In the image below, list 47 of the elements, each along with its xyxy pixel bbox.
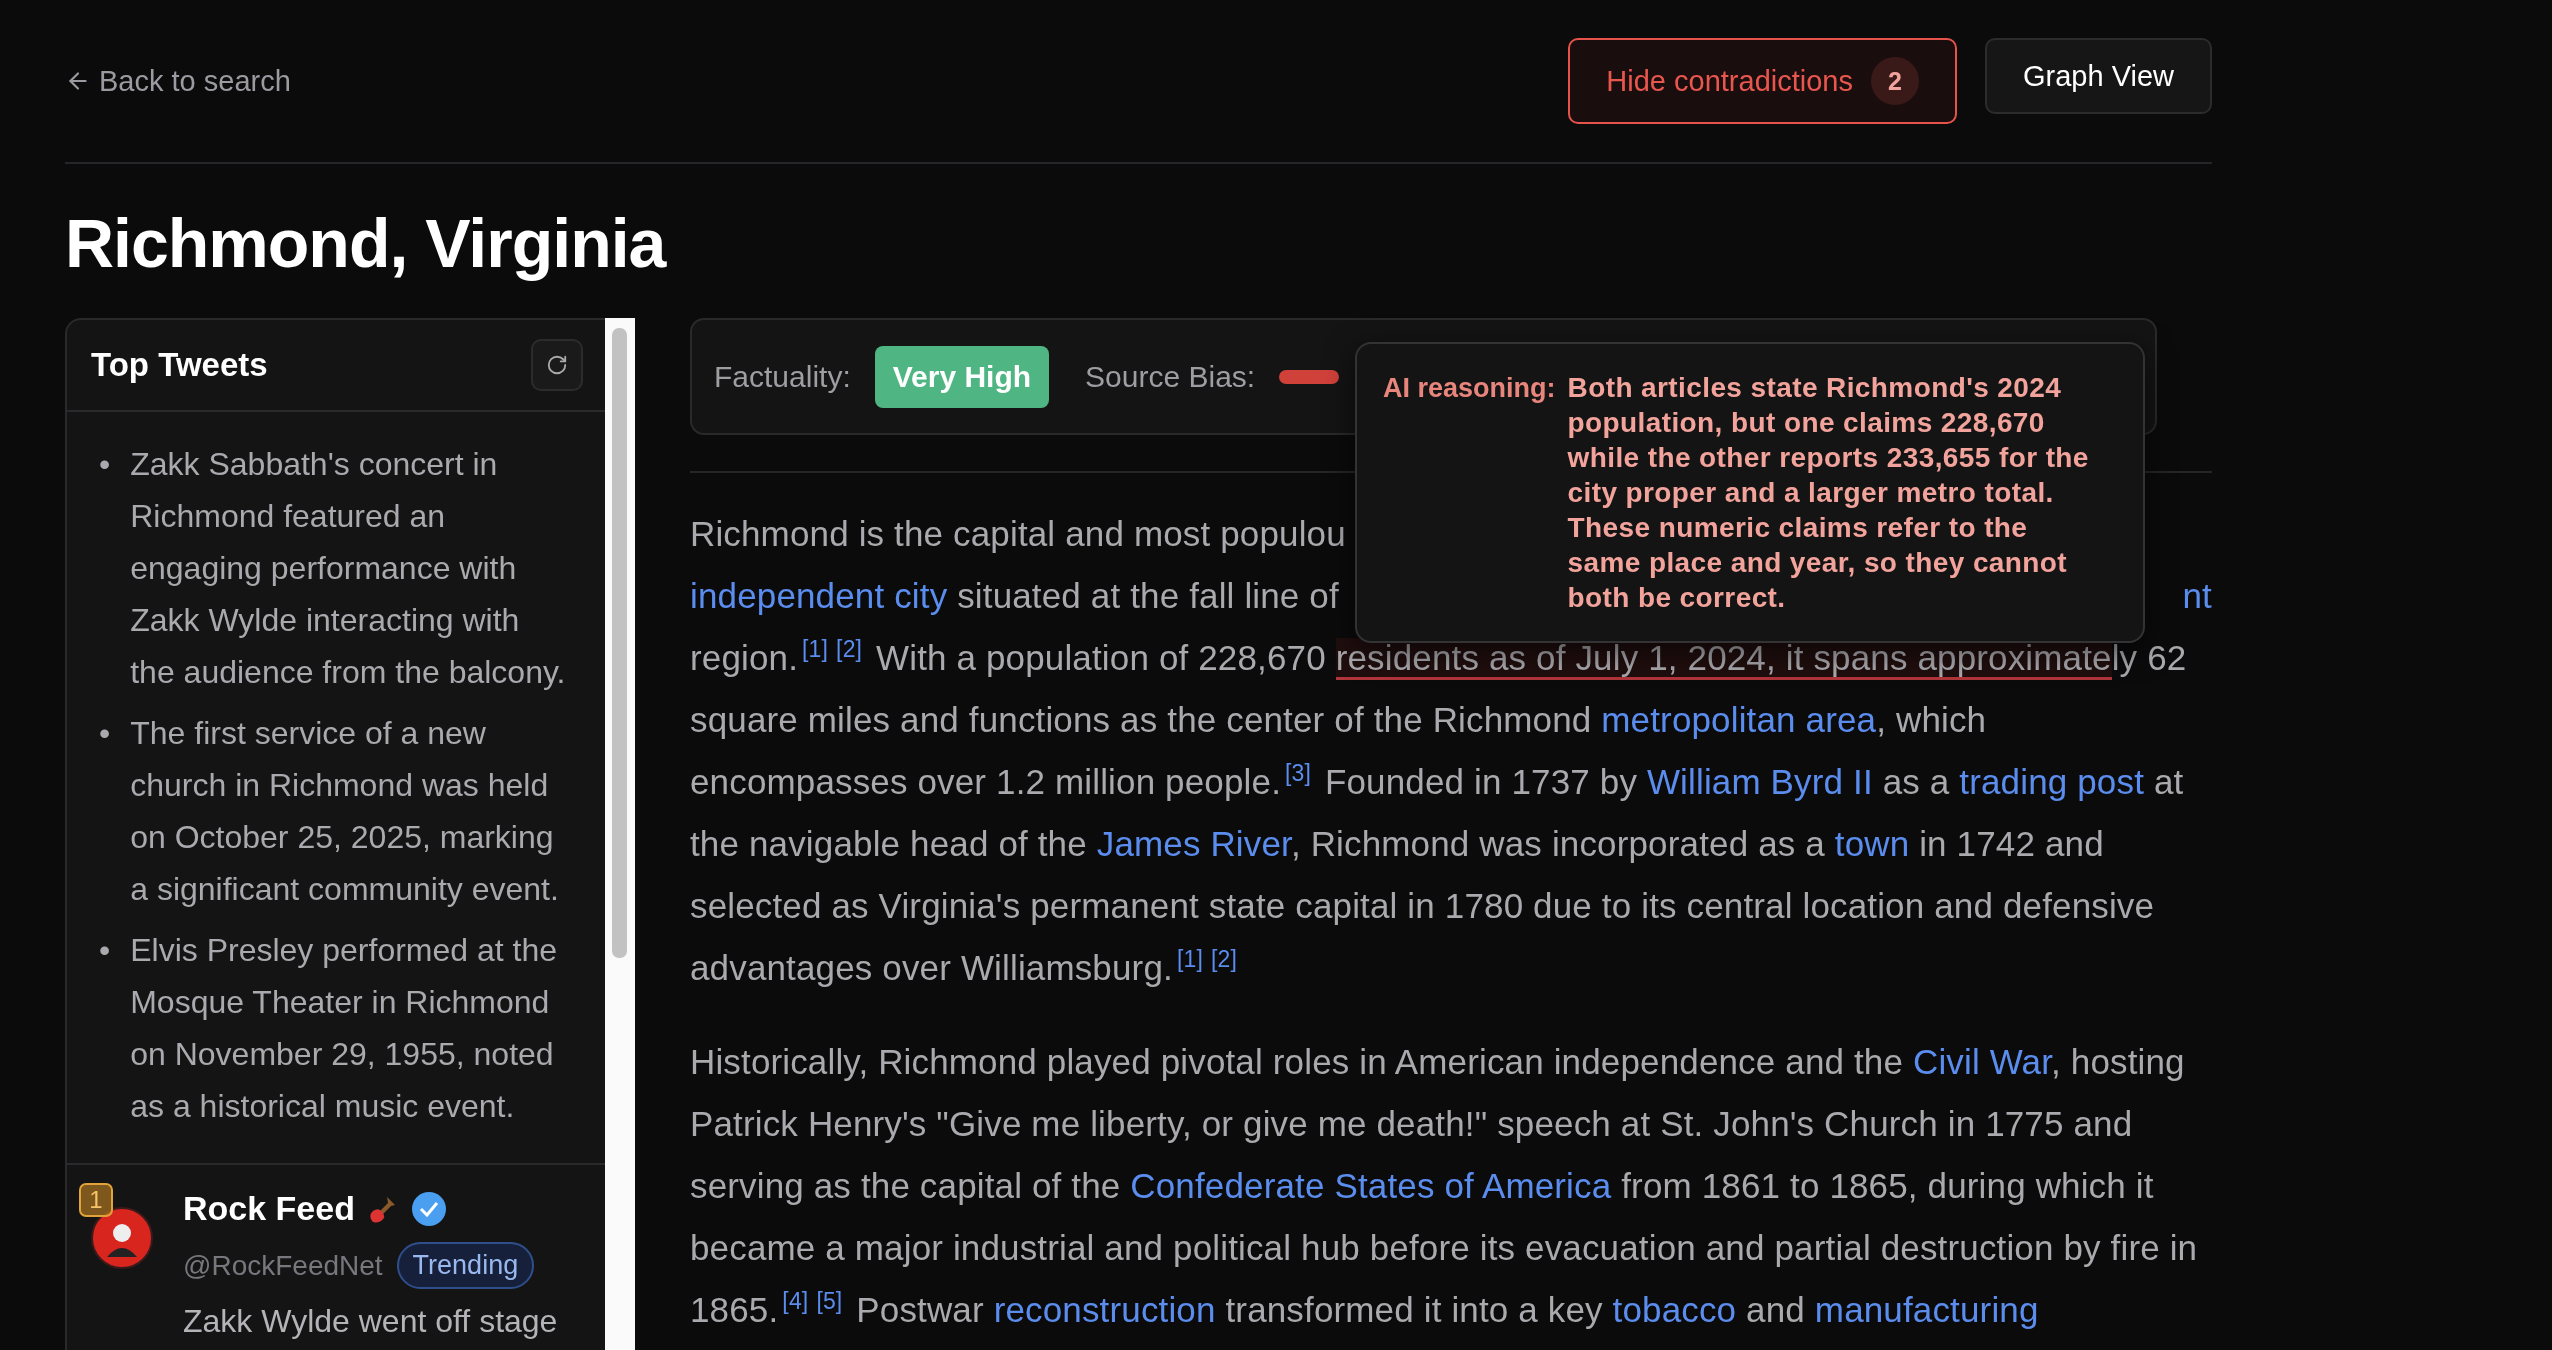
article-link[interactable]: independent city [690, 576, 948, 615]
summary-item: Elvis Presley performed at the Mosque Theater in Richmond on November 29, 1955, noted as a historical music event. [130, 931, 559, 1126]
citation-link[interactable]: [5] [816, 1288, 843, 1315]
hide-contradictions-button[interactable]: Hide contradictions 2 [1568, 38, 1957, 124]
tooltip-text: Both articles state Richmond's 2024 population, but one claims 228,670 while the other reports 233,655 for the city proper and a larger metro total. These numeric claims refer to the same place and year, so they cannot both be correct. [1567, 371, 2090, 615]
tooltip-label: AI reasoning: [1383, 372, 1556, 405]
citation-link[interactable]: [2] [1210, 946, 1237, 973]
article-link[interactable]: Civil War [1912, 1042, 2052, 1081]
bullet-marker: • [99, 445, 111, 484]
citation-link[interactable]: [4] [782, 1288, 809, 1315]
avatar-icon [91, 1207, 153, 1269]
scrollbar[interactable] [605, 318, 635, 1350]
article-link[interactable]: town [1834, 824, 1910, 863]
citation-link[interactable]: [1] [802, 636, 829, 663]
panel-title: Top Tweets [91, 346, 268, 384]
summary-item: The first service of a new church in Richmond was held on October 25, 2025, marking a significant community event. [130, 714, 560, 909]
factuality-label: Factuality: [714, 359, 851, 394]
account-name: Rock Feed [183, 1189, 355, 1228]
article-paragraph: Historically, Richmond played pivotal roles in American independence and the Civil War, hosting Patrick Henry's "Give me liberty, or give me death!" speech at St. John's Church in 1775 and serving as the capital of the Confederate States of America from 1861 to 1865, during which it became a major industrial and political hub before its evacuation and partial destruction by fire in 1865.$^{[4]}$ $^{[5]}$ Postwar reconstruction transformed it into a key tobacco and manufacturing [690, 1041, 2199, 1331]
page-title: Richmond, Virginia [65, 204, 668, 283]
citation-link[interactable]: [2] [836, 636, 863, 663]
bias-label: Source Bias: [1085, 359, 1256, 394]
trending-tag: Trending [396, 1242, 535, 1289]
article-link[interactable]: James River [1096, 824, 1291, 863]
bullet-marker: • [99, 714, 111, 753]
citation-link[interactable]: [1] [1176, 946, 1203, 973]
article-link[interactable]: tobacco [1612, 1290, 1737, 1329]
factuality-badge: Very High [874, 345, 1050, 408]
bullet-marker: • [99, 931, 111, 970]
article-link[interactable]: trading post [1959, 762, 2144, 801]
graph-view-button[interactable]: Graph View [1985, 38, 2212, 114]
bias-meter-icon [1279, 369, 1340, 384]
article-link[interactable]: manufacturing [1814, 1290, 2039, 1329]
count-badge: 2 [1871, 57, 1919, 105]
summary-item: Zakk Sabbath's concert in Richmond featured an engaging performance with Zakk Wylde interacting with the audience from the balcony. [130, 445, 567, 692]
article-link[interactable]: reconstruction [993, 1290, 1216, 1329]
back-link[interactable]: Back to search [65, 64, 291, 98]
article-link[interactable]: William Byrd II [1646, 762, 1873, 801]
tweet-text: Zakk Wylde went off stage [183, 1303, 558, 1340]
account-handle: @RockFeedNet [183, 1249, 383, 1282]
refresh-icon [546, 354, 568, 376]
citation-link[interactable]: [3] [1285, 760, 1312, 787]
refresh-button[interactable] [531, 339, 583, 391]
rank-badge: 1 [79, 1183, 113, 1217]
article-link[interactable]: metropolitan area [1601, 700, 1877, 739]
article-link[interactable]: Confederate States of America [1130, 1166, 1612, 1205]
article-link[interactable]: nt [2182, 576, 2212, 615]
